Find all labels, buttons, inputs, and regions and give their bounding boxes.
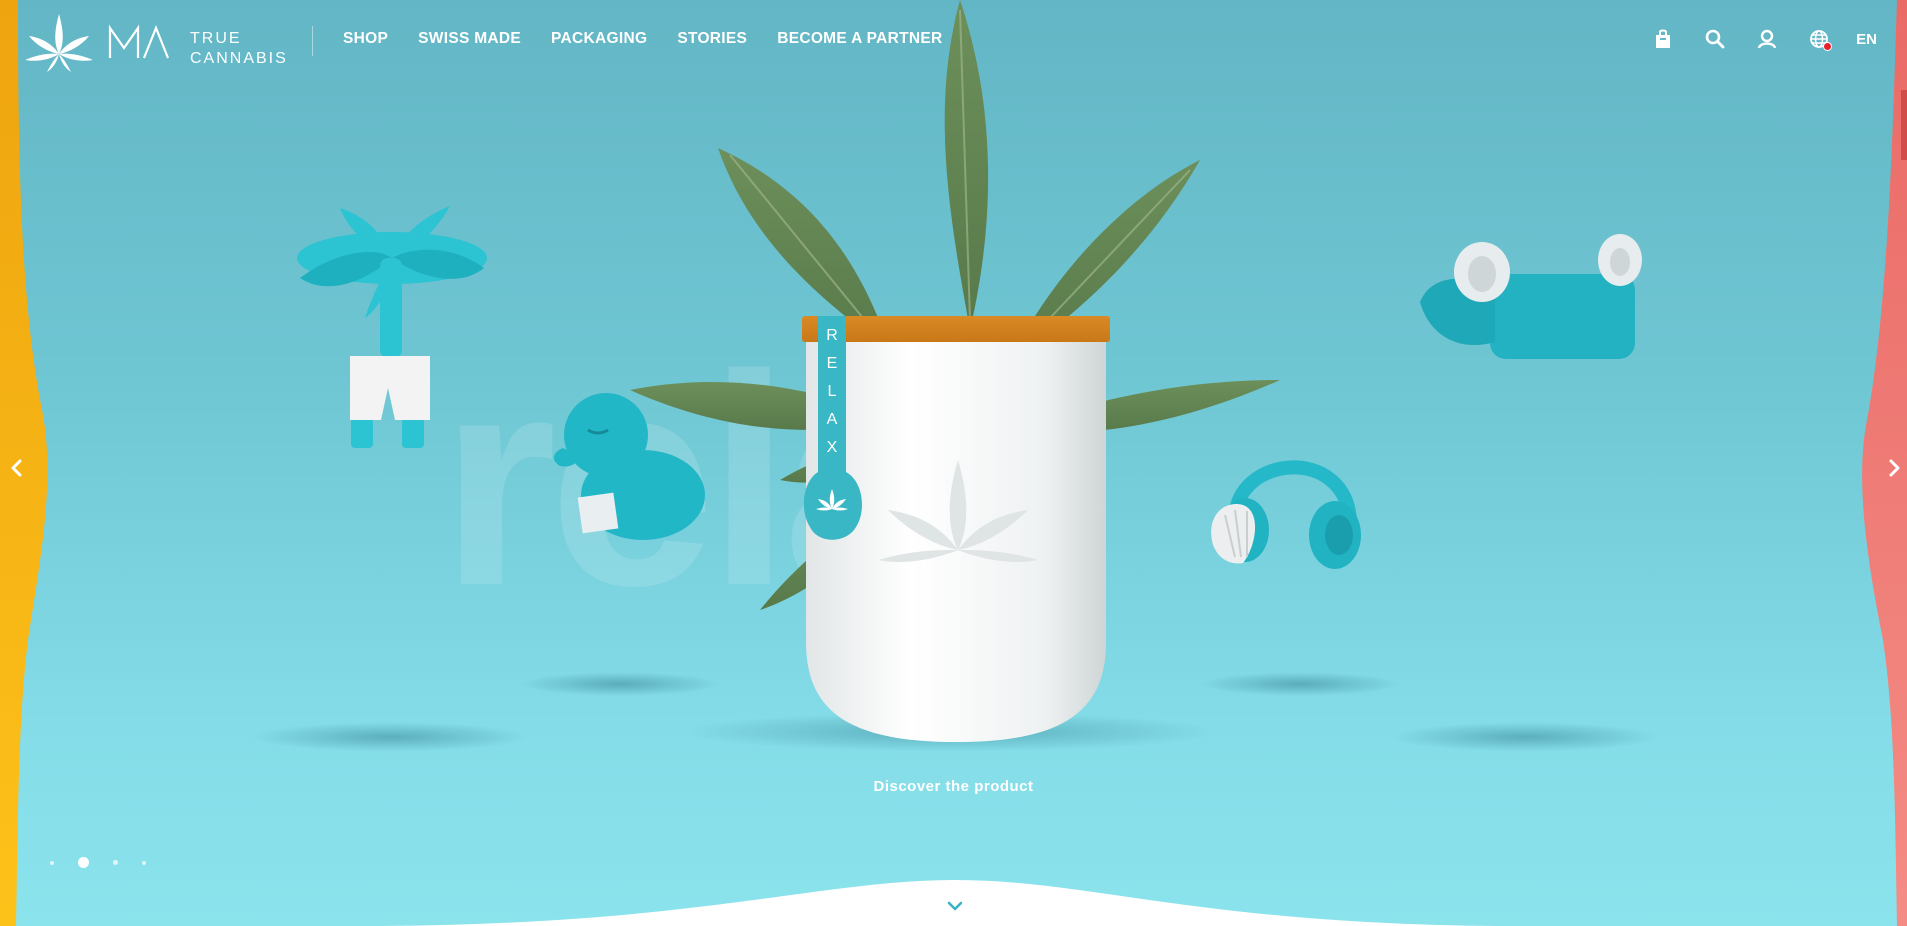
- brand-wordmark: TRUE CANNABIS: [190, 29, 288, 69]
- bag-icon[interactable]: [1652, 28, 1674, 50]
- brand-monogram: [108, 24, 170, 59]
- shadow: [1200, 672, 1400, 696]
- hero-slider: relax R E L A X Discover the product: [0, 0, 1907, 926]
- jar-label: R E L A X: [825, 322, 839, 462]
- nav-packaging[interactable]: PACKAGING: [551, 30, 647, 48]
- slide-dot[interactable]: [50, 860, 54, 865]
- palm-tree-figure: [297, 206, 487, 448]
- notification-dot: [1823, 42, 1833, 51]
- user-icon[interactable]: [1756, 28, 1778, 50]
- relax-jar: [802, 316, 1110, 742]
- slide-dot[interactable]: [113, 860, 118, 865]
- rubber-duck-figure: [553, 393, 705, 540]
- shadow: [520, 672, 720, 696]
- language-switcher[interactable]: EN: [1856, 31, 1877, 48]
- search-icon[interactable]: [1704, 28, 1726, 50]
- jar-label-letter: X: [826, 439, 838, 456]
- site-header: TRUE CANNABIS SHOP SWISS MADE PACKAGING …: [0, 0, 1907, 82]
- nav-become-partner[interactable]: BECOME A PARTNER: [777, 30, 942, 48]
- shadow: [250, 722, 530, 752]
- chevron-right-icon[interactable]: [1882, 456, 1906, 480]
- slide-dot-active[interactable]: [78, 857, 89, 868]
- jar-label-letter: E: [826, 355, 838, 372]
- discover-product-link[interactable]: Discover the product: [0, 778, 1907, 795]
- chevron-left-icon[interactable]: [5, 456, 29, 480]
- nav-swiss-made[interactable]: SWISS MADE: [418, 30, 521, 48]
- vr-goggles-figure: [1420, 234, 1642, 359]
- nav-stories[interactable]: STORIES: [677, 30, 747, 48]
- nav-shop[interactable]: SHOP: [343, 30, 388, 48]
- header-actions: EN: [1622, 28, 1877, 51]
- brand-logo[interactable]: TRUE CANNABIS: [24, 8, 286, 74]
- jar-label-letter: L: [827, 383, 837, 400]
- main-nav: SHOP SWISS MADE PACKAGING STORIES BECOME…: [343, 30, 972, 48]
- globe-icon[interactable]: [1808, 28, 1833, 51]
- brand-line-1: TRUE: [190, 30, 242, 47]
- nav-divider: [312, 26, 313, 56]
- hemp-logo-icon: [25, 14, 93, 72]
- jar-label-letter: R: [826, 327, 838, 344]
- brand-line-2: CANNABIS: [190, 50, 288, 67]
- shadow: [1390, 722, 1660, 752]
- headphones-figure: [1211, 460, 1361, 569]
- slide-pagination: [50, 857, 170, 868]
- slide-dot[interactable]: [142, 860, 146, 865]
- jar-label-letter: A: [826, 411, 838, 428]
- scroll-down-icon[interactable]: [946, 900, 964, 912]
